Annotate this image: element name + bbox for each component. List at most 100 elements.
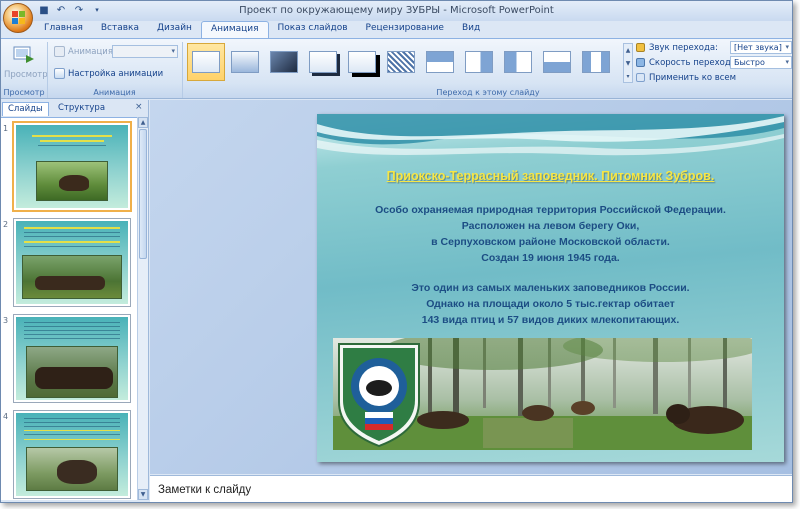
slides-scrollbar[interactable]: ▲ ▼ bbox=[137, 117, 148, 500]
scroll-up-icon[interactable]: ▲ bbox=[138, 117, 148, 128]
transition-speed-label: Скорость перехода: bbox=[649, 58, 739, 68]
gallery-up-icon[interactable]: ▲ bbox=[624, 44, 632, 57]
slide-thumbnail-3[interactable] bbox=[13, 314, 131, 403]
scrollbar-thumb[interactable] bbox=[139, 129, 147, 259]
thumb-text-line bbox=[24, 246, 120, 247]
gallery-more-icon[interactable]: ▾ bbox=[624, 70, 632, 83]
body-line: Это один из самых маленьких заповедников… bbox=[411, 282, 690, 294]
slide-thumbnail-4[interactable] bbox=[13, 410, 131, 499]
transition-preview-icon bbox=[270, 51, 298, 73]
thumb-text-line bbox=[24, 418, 120, 419]
current-slide[interactable]: Приокско-Террасный заповедник. Питомник … bbox=[317, 114, 784, 462]
reserve-emblem-icon bbox=[338, 343, 420, 448]
herd-photo bbox=[22, 255, 122, 299]
body-line: Особо охраняемая природная территория Ро… bbox=[375, 204, 726, 216]
bison-photo bbox=[36, 161, 108, 201]
transition-preview-icon bbox=[543, 51, 571, 73]
transition-wipe-up[interactable] bbox=[538, 43, 576, 81]
tab-animation[interactable]: Анимация bbox=[200, 21, 269, 38]
tab-design[interactable]: Дизайн bbox=[148, 21, 201, 38]
body-line: Создан 19 июня 1945 года. bbox=[481, 252, 620, 264]
bison-figure bbox=[35, 367, 113, 389]
preview-icon bbox=[13, 46, 34, 63]
transition-cut[interactable] bbox=[304, 43, 342, 81]
transition-sound-select[interactable]: [Нет звука] ▾ bbox=[730, 41, 792, 54]
body-line: 143 вида птиц и 57 видов диких млекопита… bbox=[421, 314, 680, 326]
preview-button[interactable]: Просмотр bbox=[4, 43, 48, 83]
scroll-down-icon[interactable]: ▼ bbox=[138, 489, 148, 500]
slide-number: 3 bbox=[3, 316, 9, 325]
tab-slideshow[interactable]: Показ слайдов bbox=[269, 21, 357, 38]
body-line: Расположен на левом берегу Оки, bbox=[461, 220, 640, 232]
animation-icon bbox=[54, 46, 65, 57]
transition-dissolve[interactable] bbox=[382, 43, 420, 81]
tab-slides[interactable]: Слайды bbox=[2, 102, 49, 116]
office-logo-icon bbox=[12, 11, 25, 25]
thumb-text-line bbox=[24, 434, 120, 435]
transition-preview-icon bbox=[465, 51, 493, 73]
animation-label: Анимация: bbox=[68, 47, 116, 57]
notes-pane[interactable]: Заметки к слайду bbox=[150, 475, 792, 502]
thumb-text-line bbox=[24, 241, 120, 243]
custom-animation-icon bbox=[54, 68, 65, 79]
chevron-down-icon: ▾ bbox=[785, 43, 789, 51]
chevron-down-icon: ▾ bbox=[785, 58, 789, 66]
transition-fade[interactable] bbox=[226, 43, 264, 81]
sound-icon bbox=[636, 43, 645, 52]
transition-preview-icon bbox=[192, 51, 220, 73]
thumb-text-line bbox=[24, 322, 120, 323]
bison-group-photo bbox=[26, 346, 118, 398]
slide-thumbnail-1[interactable] bbox=[12, 121, 132, 212]
tab-view[interactable]: Вид bbox=[453, 21, 489, 38]
thumb-text-line bbox=[24, 338, 120, 339]
tab-review[interactable]: Рецензирование bbox=[357, 21, 453, 38]
transition-fade-black[interactable] bbox=[265, 43, 303, 81]
transition-sound-value: [Нет звука] bbox=[734, 43, 782, 52]
animation-select[interactable]: ▾ bbox=[112, 45, 178, 58]
transition-preview-icon bbox=[231, 51, 259, 73]
transition-gallery bbox=[187, 43, 616, 83]
thumb-text-line bbox=[32, 135, 112, 137]
speed-icon bbox=[636, 58, 645, 67]
tab-home[interactable]: Главная bbox=[35, 21, 92, 38]
thumb-text-line bbox=[24, 334, 120, 335]
transition-speed-value: Быстро bbox=[734, 58, 765, 67]
chevron-down-icon: ▾ bbox=[171, 47, 175, 55]
thumb-text-line bbox=[40, 140, 104, 142]
thumb-text-line bbox=[24, 232, 120, 233]
transition-wipe-right[interactable] bbox=[499, 43, 537, 81]
transition-speed-select[interactable]: Быстро ▾ bbox=[730, 56, 792, 69]
close-icon[interactable]: × bbox=[135, 102, 143, 112]
apply-to-all-button[interactable]: Применить ко всем bbox=[649, 73, 736, 83]
slide-thumbnails: 1 2 3 4 bbox=[1, 117, 137, 500]
preview-group-label: Просмотр bbox=[3, 88, 45, 97]
gallery-scroll[interactable]: ▲ ▼ ▾ bbox=[623, 43, 633, 83]
transition-none[interactable] bbox=[187, 43, 225, 81]
transition-wipe-left[interactable] bbox=[460, 43, 498, 81]
thumb-text-line bbox=[24, 227, 120, 229]
slide-thumbnail-2[interactable] bbox=[13, 218, 131, 307]
transition-preview-icon bbox=[387, 51, 415, 73]
transition-wipe-down[interactable] bbox=[421, 43, 459, 81]
custom-animation-button[interactable]: Настройка анимации bbox=[68, 69, 163, 79]
slide-body-text[interactable]: Особо охраняемая природная территория Ро… bbox=[317, 202, 784, 328]
slide-title[interactable]: Приокско-Террасный заповедник. Питомник … bbox=[317, 169, 784, 183]
animation-group-label: Анимация bbox=[93, 88, 136, 97]
gallery-down-icon[interactable]: ▼ bbox=[624, 57, 632, 70]
transition-cut-black[interactable] bbox=[343, 43, 381, 81]
slide-number: 1 bbox=[3, 124, 9, 133]
office-button[interactable] bbox=[3, 3, 33, 33]
tab-insert[interactable]: Вставка bbox=[92, 21, 148, 38]
thumb-text-line bbox=[24, 326, 120, 327]
tab-outline[interactable]: Структура bbox=[53, 102, 110, 116]
transition-split[interactable] bbox=[577, 43, 615, 81]
transition-preview-icon bbox=[309, 51, 337, 73]
slide-decoration bbox=[317, 114, 784, 156]
thumb-text-line bbox=[24, 422, 120, 423]
reserve-photo[interactable] bbox=[333, 338, 752, 450]
powerpoint-window: ■ ↶ ↷ ▾ Проект по окружающему миру ЗУБРЫ… bbox=[0, 0, 793, 503]
slides-panel: Слайды Структура × 1 2 3 4 ▲ ▼ bbox=[1, 100, 149, 500]
thumb-text-line bbox=[24, 430, 120, 431]
ribbon: Просмотр Просмотр Анимация: ▾ Настройка … bbox=[1, 38, 792, 99]
title-bar: ■ ↶ ↷ ▾ Проект по окружающему миру ЗУБРЫ… bbox=[1, 1, 792, 33]
